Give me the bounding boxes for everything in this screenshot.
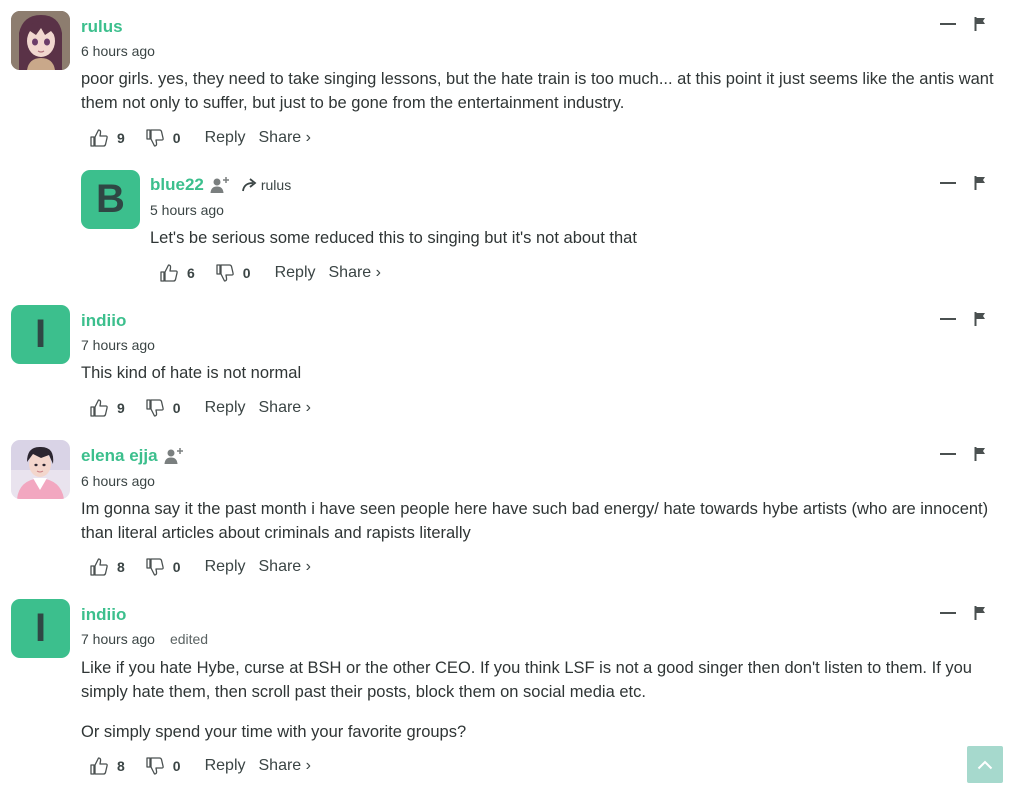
upvote-count: 8	[117, 758, 125, 774]
anime-girl-avatar-icon	[11, 11, 70, 70]
upvote-count: 9	[117, 400, 125, 416]
author-name[interactable]: elena ejja	[81, 446, 158, 466]
reply-arrow-icon	[241, 178, 257, 192]
comment-body: Like if you hate Hybe, curse at BSH or t…	[81, 657, 1006, 745]
thumbs-up-icon	[90, 757, 108, 775]
downvote-button[interactable]: 0	[145, 128, 181, 148]
reply-to-author: rulus	[260, 177, 292, 193]
collapse-icon[interactable]	[940, 453, 956, 455]
avatar[interactable]: B	[81, 170, 140, 229]
timestamp[interactable]: 6 hours ago	[81, 43, 155, 59]
flag-icon[interactable]	[974, 447, 986, 461]
collapse-icon[interactable]	[940, 612, 956, 614]
downvote-count: 0	[172, 559, 181, 575]
comment-paragraph: poor girls. yes, they need to take singi…	[81, 70, 994, 112]
share-button[interactable]: Share ›	[329, 264, 381, 282]
comment-body: Let's be serious some reduced this to si…	[150, 227, 1000, 251]
upvote-button[interactable]: 8	[89, 557, 125, 577]
thumbs-down-icon	[216, 264, 234, 282]
flag-icon[interactable]	[974, 176, 986, 190]
thumbs-up-icon	[90, 399, 108, 417]
downvote-count: 0	[242, 265, 251, 281]
thumbs-down-icon	[146, 558, 164, 576]
reply-button[interactable]: Reply	[205, 129, 246, 147]
reply-button[interactable]: Reply	[205, 399, 246, 417]
comment-paragraph: This kind of hate is not normal	[81, 364, 302, 382]
reply-button[interactable]: Reply	[275, 264, 316, 282]
follow-user-icon[interactable]	[164, 447, 184, 465]
collapse-icon[interactable]	[940, 318, 956, 320]
author-name[interactable]: rulus	[81, 17, 123, 37]
timestamp[interactable]: 7 hours ago	[81, 337, 155, 353]
avatar[interactable]: I	[11, 305, 70, 364]
upvote-button[interactable]: 9	[89, 128, 125, 148]
timestamp[interactable]: 7 hours ago	[81, 631, 155, 647]
reply-button[interactable]: Reply	[205, 558, 246, 576]
thumbs-down-icon	[146, 757, 164, 775]
downvote-count: 0	[172, 400, 181, 416]
comment-body: This kind of hate is not normal	[81, 362, 1001, 386]
share-button[interactable]: Share ›	[259, 399, 311, 417]
comment-body: poor girls. yes, they need to take singi…	[81, 68, 1001, 115]
collapse-icon[interactable]	[940, 182, 956, 184]
person-photo-avatar-icon	[11, 440, 70, 499]
thumbs-up-icon	[90, 558, 108, 576]
thumbs-up-icon	[160, 264, 178, 282]
author-name[interactable]: indiio	[81, 311, 126, 331]
avatar[interactable]	[11, 11, 70, 70]
upvote-count: 8	[117, 559, 125, 575]
in-reply-to[interactable]: rulus	[241, 177, 292, 193]
upvote-count: 6	[187, 265, 195, 281]
upvote-count: 9	[117, 130, 125, 146]
edited-label: edited	[169, 631, 209, 647]
comment-paragraph: Let's be serious some reduced this to si…	[150, 229, 637, 247]
upvote-button[interactable]: 8	[89, 756, 125, 776]
avatar[interactable]: I	[11, 599, 70, 658]
downvote-button[interactable]: 0	[145, 398, 181, 418]
upvote-button[interactable]: 9	[89, 398, 125, 418]
downvote-button[interactable]: 0	[145, 557, 181, 577]
upvote-button[interactable]: 6	[159, 263, 195, 283]
author-name[interactable]: blue22	[150, 175, 204, 195]
follow-user-icon[interactable]	[210, 176, 230, 194]
downvote-button[interactable]: 0	[145, 756, 181, 776]
timestamp[interactable]: 6 hours ago	[81, 473, 155, 489]
share-button[interactable]: Share ›	[259, 757, 311, 775]
avatar[interactable]	[11, 440, 70, 499]
comment-paragraph: Like if you hate Hybe, curse at BSH or t…	[81, 659, 972, 701]
thumbs-down-icon	[146, 399, 164, 417]
share-button[interactable]: Share ›	[259, 129, 311, 147]
flag-icon[interactable]	[974, 606, 986, 620]
comment-body: Im gonna say it the past month i have se…	[81, 498, 1011, 545]
flag-icon[interactable]	[974, 17, 986, 31]
comment-paragraph: Im gonna say it the past month i have se…	[81, 500, 989, 542]
thumbs-down-icon	[146, 129, 164, 147]
author-name[interactable]: indiio	[81, 605, 126, 625]
collapse-icon[interactable]	[940, 23, 956, 25]
chevron-up-icon	[977, 760, 993, 769]
downvote-button[interactable]: 0	[215, 263, 251, 283]
downvote-count: 0	[172, 758, 181, 774]
flag-icon[interactable]	[974, 312, 986, 326]
thumbs-up-icon	[90, 129, 108, 147]
scroll-to-top-button[interactable]	[967, 746, 1003, 783]
share-button[interactable]: Share ›	[259, 558, 311, 576]
downvote-count: 0	[172, 130, 181, 146]
comment-paragraph: Or simply spend your time with your favo…	[81, 723, 467, 741]
timestamp[interactable]: 5 hours ago	[150, 202, 224, 218]
reply-button[interactable]: Reply	[205, 757, 246, 775]
